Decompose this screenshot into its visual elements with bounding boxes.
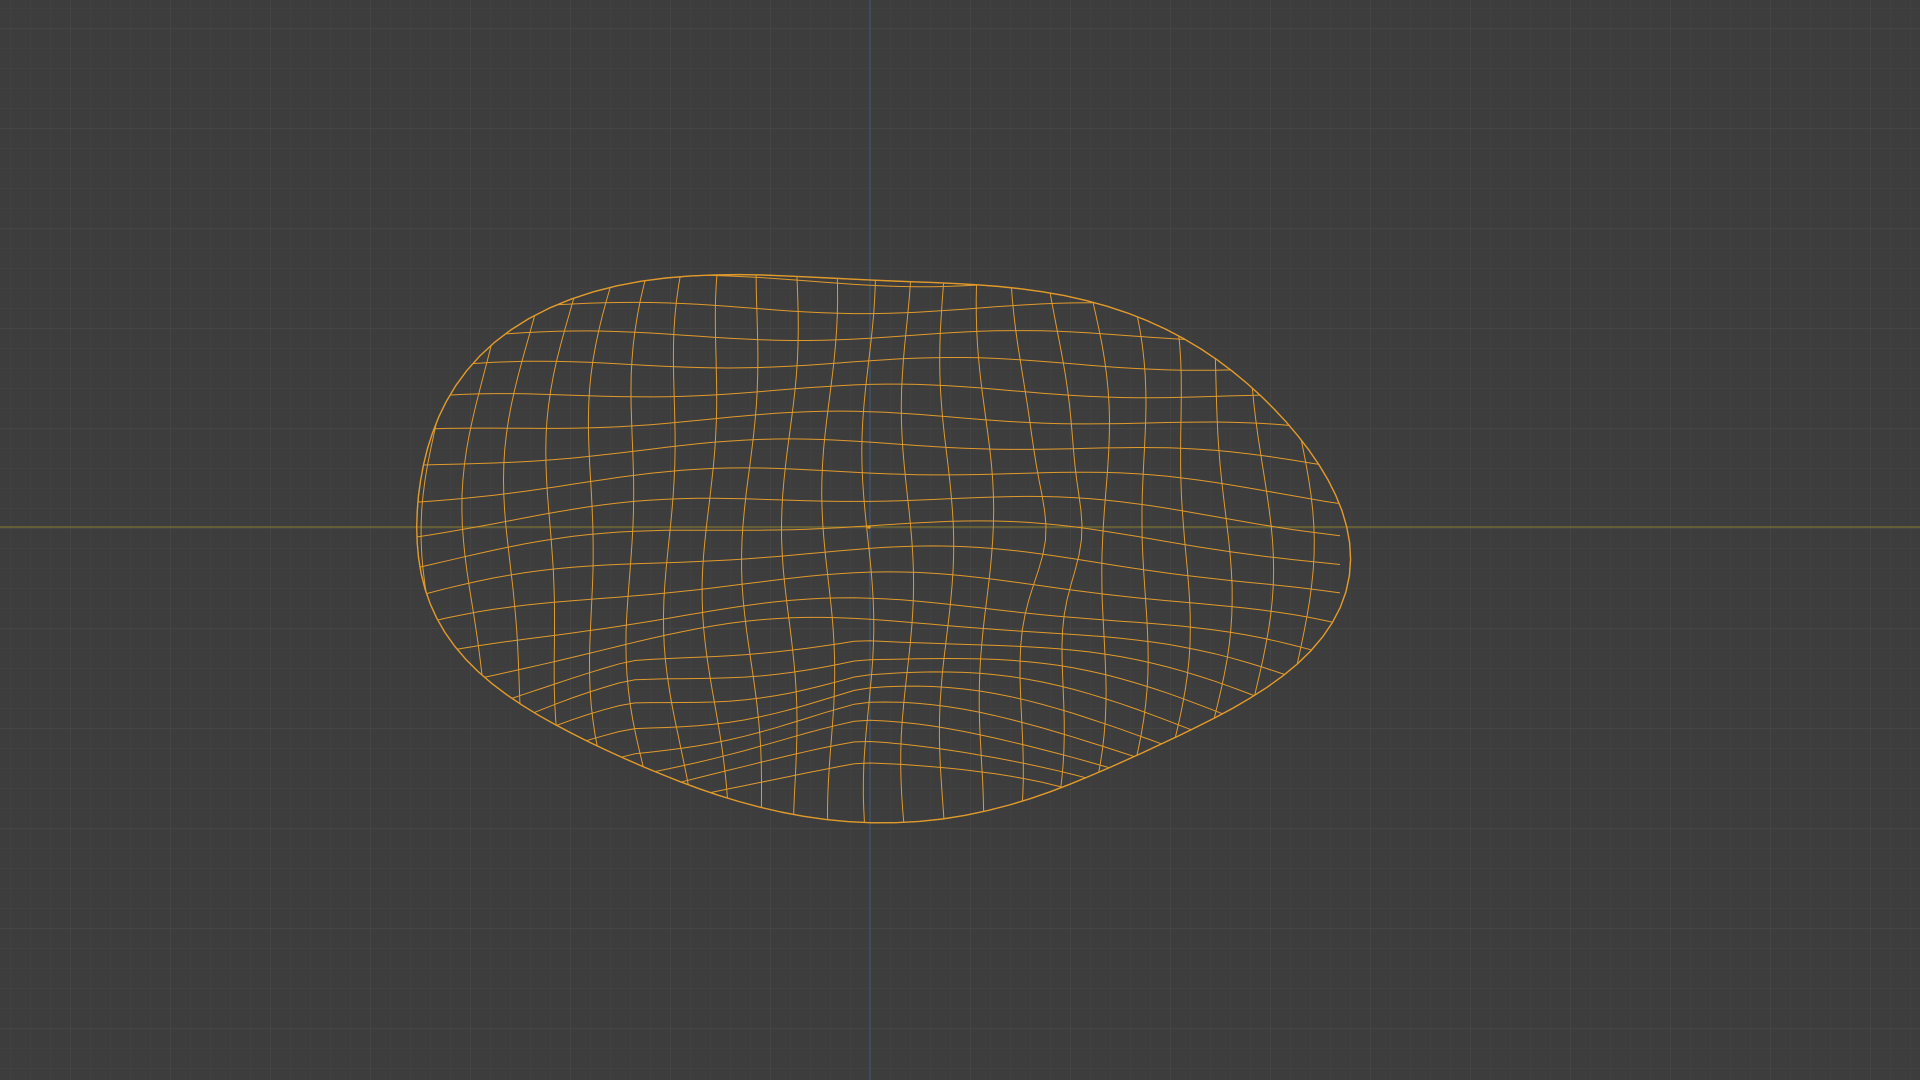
viewport-canvas[interactable] <box>0 0 1920 1080</box>
object-origin-dot <box>867 525 871 529</box>
3d-viewport[interactable] <box>0 0 1920 1080</box>
grid-major <box>0 0 1920 1080</box>
